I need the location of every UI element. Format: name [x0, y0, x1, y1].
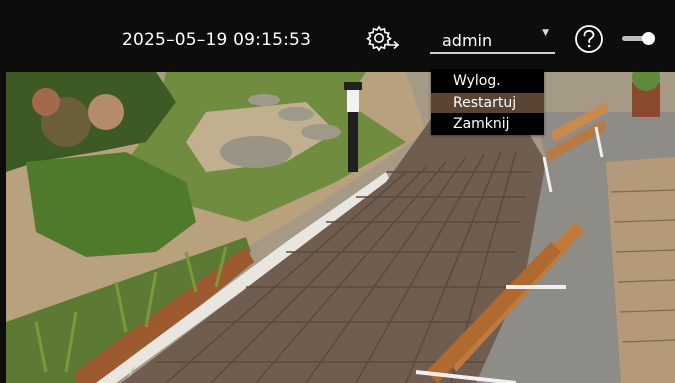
- select-underline: [430, 52, 555, 54]
- user-dropdown-menu: Wylog. Restartuj Zamknij: [431, 69, 544, 135]
- current-datetime: 2025–05–19 09:15:53: [122, 30, 312, 50]
- help-button[interactable]: [574, 24, 604, 54]
- menu-item-restart[interactable]: Restartuj: [431, 93, 544, 113]
- toggle-knob: [642, 32, 655, 45]
- camera-feed-image[interactable]: [6, 72, 675, 383]
- settings-button[interactable]: [366, 24, 402, 54]
- user-select[interactable]: admin ▼: [430, 24, 555, 54]
- menu-item-logout[interactable]: Wylog.: [431, 71, 544, 91]
- question-circle-icon: [575, 25, 603, 53]
- caret-down-icon: ▼: [542, 28, 549, 38]
- gear-arrow-icon: [366, 25, 400, 52]
- camera-viewer-window: 2025–05–19 09:15:53 admin ▼ Wylog. Resta…: [0, 0, 675, 383]
- menu-item-shutdown[interactable]: Zamknij: [431, 114, 544, 134]
- scene-illustration: [6, 72, 675, 383]
- toggle-switch[interactable]: [622, 32, 656, 46]
- user-select-value: admin: [442, 31, 493, 50]
